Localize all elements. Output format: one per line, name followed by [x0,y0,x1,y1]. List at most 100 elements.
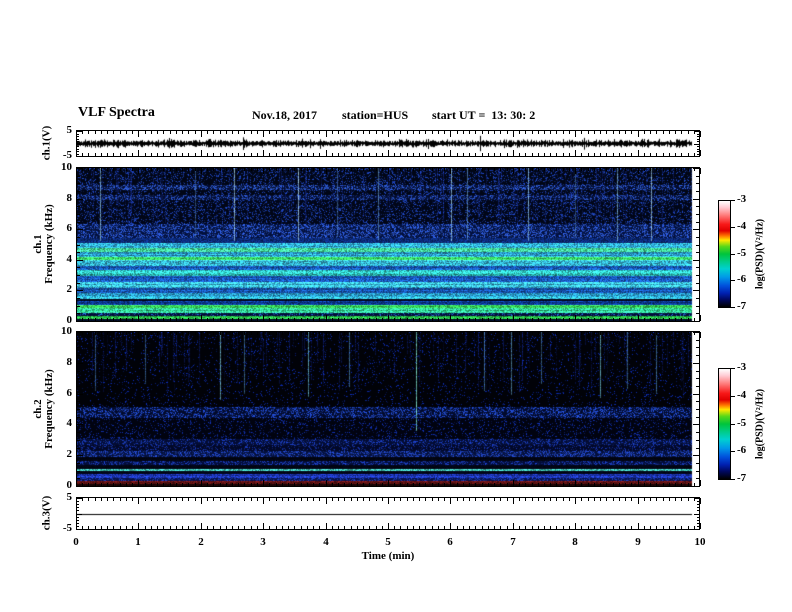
axis-tick [213,332,214,335]
axis-tick [326,480,327,486]
axis-tick [407,498,408,501]
axis-tick [425,168,426,171]
axis-tick [425,153,426,156]
axis-tick [696,340,699,341]
axis-tick [425,131,426,134]
axis-tick [251,498,252,501]
axis-tick [631,483,632,486]
axis-tick [77,252,80,253]
axis-tick [113,483,114,486]
axis-tick [600,318,601,321]
axis-tick [157,153,158,156]
freq-tick-label: 0 [66,479,73,491]
axis-tick [170,153,171,156]
axis-tick [77,355,80,356]
axis-tick [432,498,433,501]
axis-tick [650,131,651,134]
axis-tick [513,332,514,338]
axis-tick [625,168,626,171]
axis-tick [176,168,177,171]
axis-tick [319,318,320,321]
axis-tick [513,523,514,529]
axis-tick [176,153,177,156]
axis-tick [226,168,227,171]
axis-tick [132,318,133,321]
axis-tick [450,150,451,156]
axis-tick [151,318,152,321]
axis-tick [132,498,133,501]
axis-tick [288,498,289,501]
axis-tick [575,315,576,321]
axis-tick [244,483,245,486]
axis-tick [257,483,258,486]
axis-tick [407,168,408,171]
axis-tick [388,498,389,504]
axis-tick [301,526,302,529]
axis-tick [638,168,639,174]
axis-tick [663,526,664,529]
axis-tick [313,153,314,156]
axis-tick [693,394,699,395]
axis-tick [101,526,102,529]
axis-tick [213,526,214,529]
axis-tick [500,526,501,529]
axis-tick [400,498,401,501]
axis-tick [425,498,426,501]
axis-tick [563,153,564,156]
axis-tick [151,332,152,335]
axis-tick [88,498,89,501]
axis-tick [357,168,358,171]
axis-tick [369,131,370,134]
axis-tick [575,332,576,338]
freq-tick-label: 8 [66,356,73,368]
axis-tick [594,332,595,335]
axis-tick [563,168,564,171]
axis-tick [394,168,395,171]
axis-tick [95,153,96,156]
axis-tick [500,131,501,134]
axis-tick [581,526,582,529]
axis-tick [82,498,83,501]
axis-tick [95,131,96,134]
time-tick-label: 7 [510,536,516,548]
axis-tick [681,498,682,501]
axis-tick [363,498,364,501]
axis-tick [263,332,264,338]
axis-tick [581,498,582,501]
axis-tick [313,498,314,501]
axis-tick [588,332,589,335]
axis-tick [697,523,699,524]
axis-tick [450,332,451,338]
colorbar-tick-label: -3 [737,193,747,205]
axis-tick [226,153,227,156]
axis-tick [388,131,389,137]
axis-tick [606,131,607,134]
axis-tick [157,318,158,321]
axis-tick [95,526,96,529]
axis-tick [532,318,533,321]
axis-tick [507,131,508,134]
axis-tick [77,199,83,200]
axis-tick [226,483,227,486]
axis-tick [638,523,639,529]
axis-tick [696,214,699,215]
axis-tick [257,168,258,171]
axis-tick [151,483,152,486]
axis-tick [77,455,83,456]
axis-tick [438,526,439,529]
axis-tick [382,498,383,501]
axis-tick [693,321,699,322]
axis-tick [575,131,576,137]
axis-tick [700,523,701,529]
axis-tick [600,131,601,134]
axis-tick [369,526,370,529]
axis-tick [344,153,345,156]
axis-tick [282,498,283,501]
freq-tick-label: 4 [66,253,73,265]
axis-tick [357,526,358,529]
volt-tick-label: 5 [66,491,73,503]
axis-tick [556,498,557,501]
axis-tick [382,131,383,134]
axis-tick [163,483,164,486]
axis-tick [681,153,682,156]
